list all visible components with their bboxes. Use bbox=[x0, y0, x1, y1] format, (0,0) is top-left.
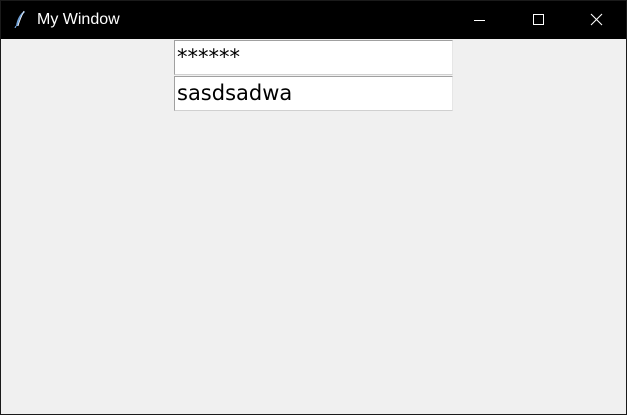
app-window: My Window ****** sasdsadwa bbox=[0, 0, 627, 415]
title-bar[interactable]: My Window bbox=[1, 1, 626, 39]
maximize-icon bbox=[533, 14, 544, 25]
minimize-icon bbox=[474, 20, 485, 21]
maximize-button[interactable] bbox=[509, 1, 567, 39]
window-content: ****** sasdsadwa bbox=[1, 39, 626, 414]
text-entry[interactable]: sasdsadwa bbox=[174, 76, 453, 111]
password-entry[interactable]: ****** bbox=[174, 40, 453, 75]
close-icon bbox=[590, 13, 603, 26]
close-button[interactable] bbox=[568, 1, 626, 39]
window-title: My Window bbox=[37, 11, 120, 28]
minimize-button[interactable] bbox=[450, 1, 508, 39]
feather-icon bbox=[12, 10, 28, 29]
